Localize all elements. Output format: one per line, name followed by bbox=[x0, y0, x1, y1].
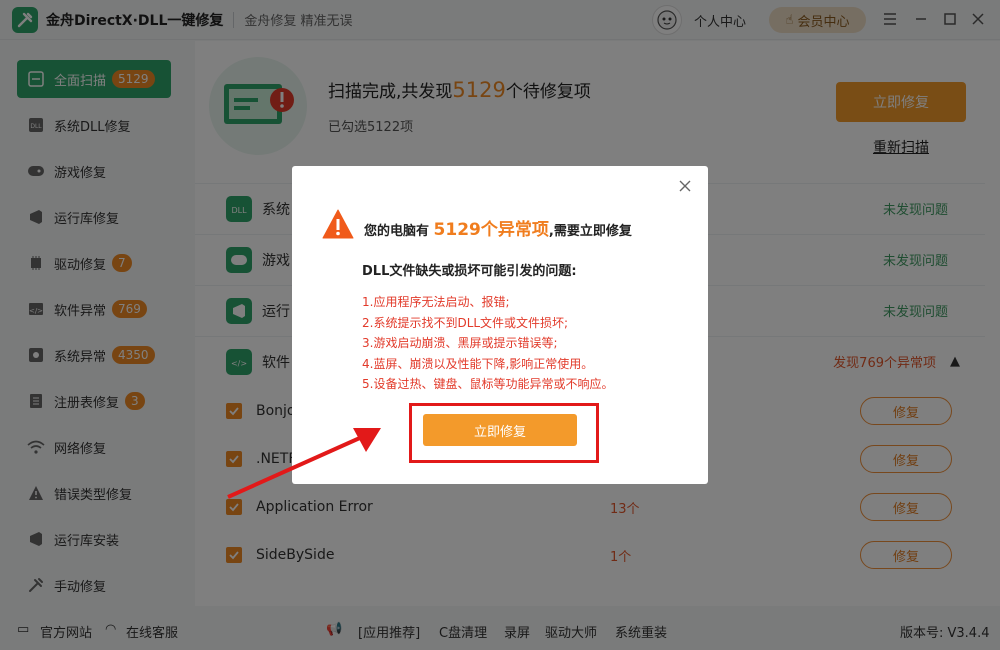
problem-list: 1.应用程序无法启动、报错; 2.系统提示找不到DLL文件或文件损坏; 3.游戏… bbox=[362, 292, 613, 395]
problem-item: 1.应用程序无法启动、报错; bbox=[362, 295, 510, 309]
warning-prefix: 您的电脑有 bbox=[364, 224, 430, 239]
problem-heading: DLL文件缺失或损坏可能引发的问题: bbox=[362, 264, 577, 279]
warning-suffix: ,需要立即修复 bbox=[548, 224, 632, 239]
annotation-highlight-box bbox=[409, 403, 599, 463]
problem-item: 2.系统提示找不到DLL文件或文件损坏; bbox=[362, 315, 569, 330]
warning-triangle-icon bbox=[322, 209, 354, 239]
problem-item: 3.游戏启动崩溃、黑屏或提示错误等; bbox=[362, 336, 558, 350]
close-icon[interactable] bbox=[678, 178, 694, 194]
warning-highlight: 5129个异常项 bbox=[433, 220, 549, 240]
warning-message: 您的电脑有 5129个异常项,需要立即修复 bbox=[364, 215, 632, 240]
problem-item: 5.设备过热、键盘、鼠标等功能异常或不响应。 bbox=[362, 377, 614, 391]
problem-item: 4.蓝屏、崩溃以及性能下降,影响正常使用。 bbox=[362, 356, 594, 371]
